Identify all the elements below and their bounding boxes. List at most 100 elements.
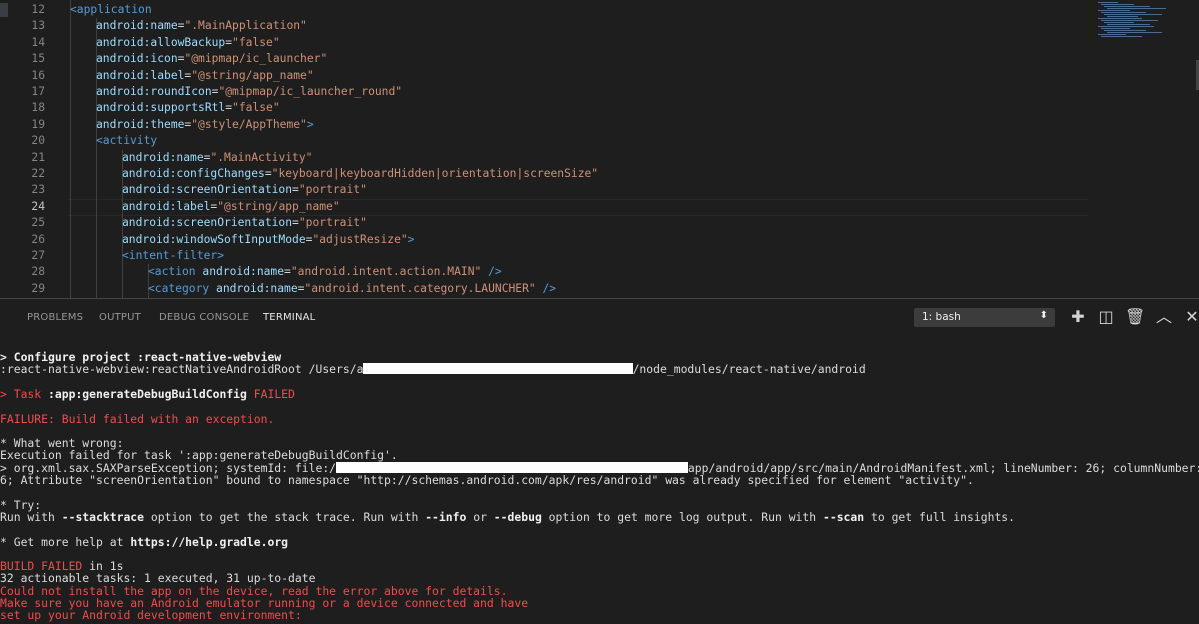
chevron-up-icon[interactable]: ︿ — [1154, 307, 1174, 327]
terminal-line: Run with --stacktrace option to get the … — [0, 509, 1016, 524]
minimap-line — [1104, 6, 1150, 7]
code-text: android:label="@string/app_name" — [122, 199, 340, 213]
line-number: 23 — [31, 183, 45, 197]
minimap-line — [1107, 8, 1166, 9]
line-number: 24 — [31, 199, 45, 213]
redacted-text — [363, 363, 633, 375]
terminal-line: set up your Android development environm… — [0, 608, 302, 623]
minimap-line — [1098, 10, 1130, 11]
minimap-line — [1107, 16, 1138, 17]
minimap-line — [1104, 22, 1134, 23]
line-number: 17 — [31, 85, 45, 98]
line-number: 14 — [31, 35, 45, 49]
code-text: <application — [70, 3, 152, 16]
code-editor[interactable]: 12 <application 13 android:name=".MainAppli… — [0, 0, 1199, 298]
code-text: <activity — [96, 134, 158, 148]
terminal-line: * Try: — [0, 497, 42, 512]
tab-terminal[interactable]: TERMINAL — [263, 312, 315, 323]
terminal-line: > org.xml.sax.SAXParseException; systemI… — [0, 460, 1199, 475]
code-line[interactable]: 20 <activity — [0, 133, 1199, 149]
code-line[interactable]: 24 android:label="@string/app_name" — [0, 199, 1199, 215]
minimap-line — [1101, 36, 1142, 37]
code-text: android:supportsRtl="false" — [96, 101, 280, 115]
line-number: 27 — [31, 249, 45, 262]
line-number: 28 — [31, 265, 45, 279]
line-number: 19 — [31, 117, 45, 131]
code-text: android:roundIcon="@mipmap/ic_launcher_r… — [96, 85, 403, 98]
code-line[interactable]: 15 android:icon="@mipmap/ic_launcher" — [0, 51, 1199, 67]
tab-problems[interactable]: PROBLEMS — [27, 312, 83, 323]
code-text: android:screenOrientation="portrait" — [122, 183, 367, 197]
line-number: 25 — [31, 216, 45, 230]
code-text: android:screenOrientation="portrait" — [122, 216, 367, 230]
terminal-line: 6; Attribute "screenOrientation" bound t… — [0, 473, 974, 487]
terminal-line: Execution failed for task ':app:generate… — [0, 448, 398, 463]
code-line[interactable]: 27 <intent-filter> — [0, 248, 1199, 264]
code-text: android:name=".MainActivity" — [122, 150, 313, 164]
trash-icon[interactable]: 🗑 — [1125, 307, 1145, 327]
minimap-line — [1101, 20, 1158, 21]
line-number: 22 — [31, 167, 45, 180]
minimap-line — [1107, 24, 1150, 25]
code-line[interactable]: 29 <category android:name="android.intent… — [0, 281, 1199, 297]
line-number: 12 — [31, 3, 45, 16]
code-line[interactable]: 21 android:name=".MainActivity" — [0, 150, 1199, 166]
code-line[interactable]: 18 android:supportsRtl="false" — [0, 100, 1199, 116]
minimap-line — [1104, 14, 1162, 15]
code-line[interactable]: 17 android:roundIcon="@mipmap/ic_launcher… — [0, 84, 1199, 100]
minimap-line — [1104, 30, 1146, 31]
terminal-line: 32 actionable tasks: 1 executed, 31 up-t… — [0, 571, 316, 586]
tab-output[interactable]: OUTPUT — [99, 312, 141, 323]
code-text: <intent-filter> — [122, 249, 225, 262]
select-arrows-icon: ⬍ — [1039, 310, 1048, 321]
code-text: android:icon="@mipmap/ic_launcher" — [96, 52, 328, 66]
code-line[interactable]: 26 android:windowSoftInputMode="adjustRes… — [0, 232, 1199, 248]
terminal-line: FAILURE: Build failed with an exception. — [0, 411, 275, 426]
code-line[interactable]: 14 android:allowBackup="false" — [0, 35, 1199, 51]
tab-debug-console[interactable]: DEBUG CONSOLE — [159, 312, 249, 323]
code-line[interactable]: 25 android:screenOrientation="portrait" — [0, 215, 1199, 231]
split-terminal-icon[interactable]: ◫ — [1096, 307, 1116, 327]
code-line[interactable]: 16 android:label="@string/app_name" — [0, 68, 1199, 84]
line-number: 26 — [31, 232, 45, 246]
line-number: 15 — [31, 52, 45, 66]
code-line[interactable]: 19 android:theme="@style/AppTheme"> — [0, 117, 1199, 133]
line-number: 29 — [31, 281, 45, 295]
minimap[interactable] — [1092, 0, 1172, 40]
new-terminal-icon[interactable]: ✚ — [1068, 307, 1088, 327]
panel-tabs: PROBLEMS OUTPUT DEBUG CONSOLE TERMINAL 1… — [0, 299, 1199, 335]
minimap-line — [1098, 26, 1154, 27]
terminal-line: * What went wrong: — [0, 436, 124, 451]
terminal-line: :react-native-webview:reactNativeAndroid… — [0, 362, 866, 377]
line-number: 18 — [31, 101, 45, 115]
code-line[interactable]: 12 <application — [0, 2, 1199, 18]
terminal-line: > Configure project :react-native-webvie… — [0, 350, 282, 364]
minimap-line — [1101, 12, 1146, 13]
line-number: 16 — [31, 68, 45, 82]
line-number: 13 — [31, 19, 45, 33]
code-text: android:label="@string/app_name" — [96, 68, 314, 82]
minimap-line — [1101, 28, 1130, 29]
bottom-panel: PROBLEMS OUTPUT DEBUG CONSOLE TERMINAL 1… — [0, 298, 1199, 624]
code-text: android:allowBackup="false" — [96, 35, 280, 49]
line-number: 21 — [31, 150, 45, 164]
code-text: android:configChanges="keyboard|keyboard… — [122, 167, 599, 180]
terminal-line: Make sure you have an Android emulator r… — [0, 596, 529, 610]
terminal-select[interactable]: 1: bash ⬍ — [914, 308, 1055, 327]
code-line[interactable]: 23 android:screenOrientation="portrait" — [0, 182, 1199, 198]
minimap-line — [1098, 2, 1118, 3]
minimap-line — [1101, 4, 1134, 5]
redacted-text — [336, 461, 688, 473]
code-text: <action android:name="android.intent.act… — [148, 265, 502, 279]
terminal-line: Could not install the app on the device,… — [0, 583, 508, 598]
code-line[interactable]: 22 android:configChanges="keyboard|keyboa… — [0, 166, 1199, 182]
code-line[interactable]: 28 <action android:name="android.intent.a… — [0, 264, 1199, 280]
code-text: <category android:name="android.intent.c… — [148, 281, 557, 295]
code-line[interactable]: 13 android:name=".MainApplication" — [0, 18, 1199, 34]
close-icon[interactable]: ✕ — [1182, 307, 1199, 327]
terminal-line: BUILD FAILED in 1s — [0, 559, 124, 574]
code-text: android:theme="@style/AppTheme"> — [96, 117, 314, 131]
line-number: 20 — [31, 134, 45, 148]
code-text: android:name=".MainApplication" — [96, 19, 307, 33]
minimap-line — [1098, 34, 1126, 35]
